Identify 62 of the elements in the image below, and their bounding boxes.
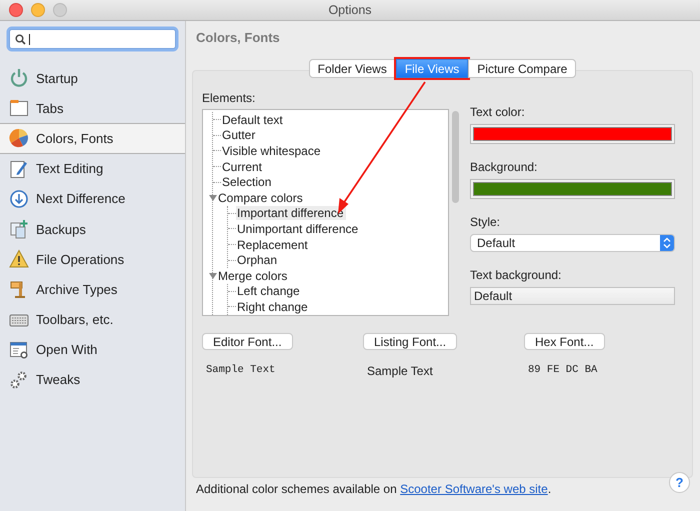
sample-text: 89 FE DC BA xyxy=(528,364,598,376)
field-label: Text color: xyxy=(470,105,526,119)
tree-item[interactable]: Orphan xyxy=(236,253,280,268)
expand-triangle-icon[interactable] xyxy=(209,272,217,279)
elements-tree[interactable]: Default text Gutter Visible whitespace Current Selection Compare colors Important difference Unimportant difference Replacement Orphan Merge colors Left change Right change xyxy=(202,109,449,316)
sidebar-item[interactable]: Backups xyxy=(0,214,185,244)
elements-label: Elements: xyxy=(202,91,256,105)
sidebar-item[interactable]: Colors, Fonts xyxy=(0,123,185,154)
down-arrow-circle-icon xyxy=(9,188,29,209)
expand-triangle-icon[interactable] xyxy=(209,194,217,201)
font-button[interactable]: Editor Font... xyxy=(202,333,293,350)
field-label: Background: xyxy=(470,160,538,174)
tree-item[interactable]: Left change xyxy=(236,284,302,298)
sidebar-item[interactable]: Text Editing xyxy=(0,154,185,184)
sidebar-item[interactable]: Toolbars, etc. xyxy=(0,304,185,335)
tree-item[interactable]: Selection xyxy=(221,175,274,190)
sidebar-item[interactable]: Archive Types xyxy=(0,274,185,304)
tab[interactable]: Folder Views xyxy=(308,59,396,78)
tree-item[interactable]: Important difference xyxy=(236,206,346,220)
stepper-icon xyxy=(660,235,674,251)
font-button[interactable]: Listing Font... xyxy=(363,333,458,350)
tree-item[interactable]: Replacement xyxy=(236,238,310,252)
window-title: Options xyxy=(328,3,372,17)
tree-item[interactable]: Right change xyxy=(236,300,310,314)
close-button[interactable] xyxy=(9,3,23,17)
text-background-field[interactable]: Default xyxy=(470,287,675,305)
power-icon xyxy=(9,68,29,88)
footer-text: Additional color schemes available on Scooter Software's web site. xyxy=(196,482,552,496)
gears-icon xyxy=(9,370,29,390)
font-button[interactable]: Hex Font... xyxy=(524,333,605,350)
sidebar-item[interactable]: Tabs xyxy=(0,93,185,124)
tree-item[interactable]: Compare colors xyxy=(217,190,305,205)
sidebar-item[interactable]: Startup xyxy=(0,63,185,94)
pie-chart-icon xyxy=(9,128,29,148)
tree-item[interactable]: Visible whitespace xyxy=(221,144,323,158)
tree-item[interactable]: Unimportant difference xyxy=(236,222,360,236)
minimize-button[interactable] xyxy=(31,3,45,17)
pencil-page-icon xyxy=(9,158,29,179)
field-label: Style: xyxy=(470,215,502,229)
text-cursor xyxy=(29,34,30,44)
tab[interactable]: Picture Compare xyxy=(468,59,576,78)
style-dropdown[interactable]: Default xyxy=(470,234,675,252)
sidebar-item[interactable]: Tweaks xyxy=(0,364,185,396)
warning-icon xyxy=(9,249,29,270)
tree-item[interactable]: Gutter xyxy=(221,128,258,142)
section-heading: Colors, Fonts xyxy=(196,30,281,45)
window-gear-icon xyxy=(9,340,29,360)
sample-text: Sample Text xyxy=(206,364,276,376)
sample-text: Sample Text xyxy=(367,364,433,378)
search-icon xyxy=(15,34,26,44)
tree-item[interactable]: Merge colors xyxy=(217,268,290,283)
sidebar-item[interactable]: Next Difference xyxy=(0,184,185,214)
window-icon xyxy=(9,98,29,118)
tree-item[interactable]: Default text xyxy=(221,112,285,127)
tree-item[interactable]: Current xyxy=(221,160,264,174)
sidebar-item[interactable]: Open With xyxy=(0,334,185,365)
field-label: Text background: xyxy=(470,268,562,282)
web-site-link[interactable]: Scooter Software's web site xyxy=(400,482,548,496)
documents-plus-icon xyxy=(9,219,29,240)
search-field[interactable] xyxy=(9,29,176,49)
sidebar-item[interactable]: File Operations xyxy=(0,244,185,274)
scroll-thumb[interactable] xyxy=(452,111,459,203)
